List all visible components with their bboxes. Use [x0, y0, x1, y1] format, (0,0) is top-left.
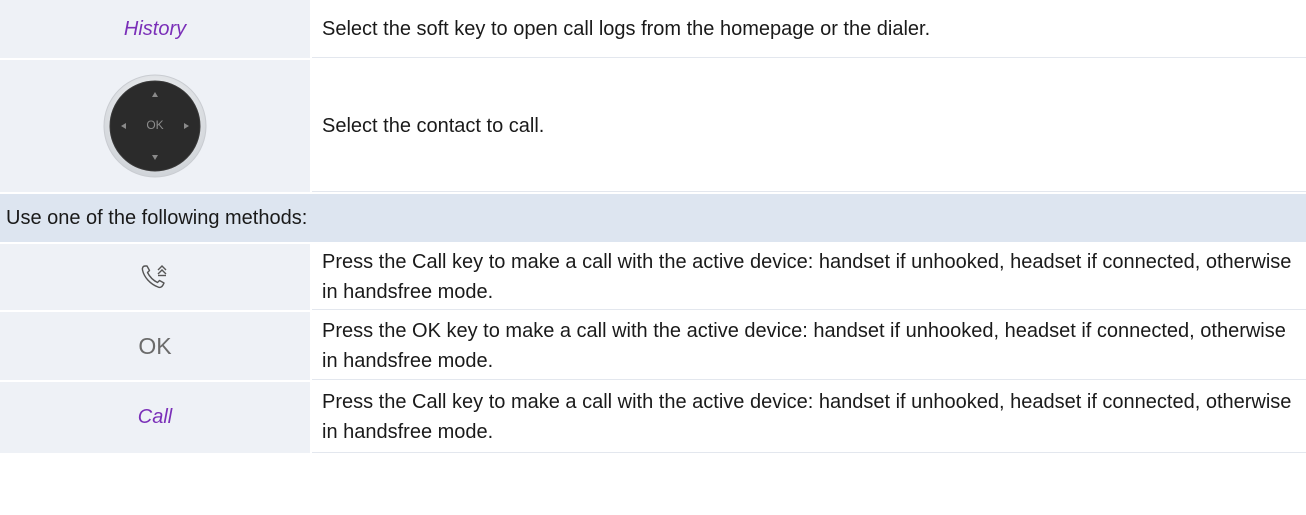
- key-cell: History: [0, 0, 312, 58]
- description-cell: Press the Call key to make a call with t…: [312, 382, 1306, 453]
- key-cell: OK: [0, 312, 312, 380]
- key-cell: [0, 244, 312, 310]
- table-row-call-softkey: Call Press the Call key to make a call w…: [0, 382, 1306, 455]
- ok-key-label: OK: [138, 332, 172, 359]
- description-cell: Select the soft key to open call logs fr…: [312, 0, 1306, 58]
- instructions-table: History Select the soft key to open call…: [0, 0, 1306, 455]
- section-heading-row: Use one of the following methods:: [0, 194, 1306, 244]
- key-cell: Call: [0, 382, 312, 453]
- table-row-call-key: Press the Call key to make a call with t…: [0, 244, 1306, 312]
- description-cell: Press the Call key to make a call with t…: [312, 244, 1306, 310]
- description-cell: Select the contact to call.: [312, 60, 1306, 192]
- history-softkey-label: History: [123, 17, 187, 40]
- description-cell: Press the OK key to make a call with the…: [312, 312, 1306, 380]
- table-row-history: History Select the soft key to open call…: [0, 0, 1306, 60]
- key-cell: OK: [0, 60, 312, 192]
- call-softkey-label: Call: [137, 406, 173, 428]
- navigation-pad-icon: OK: [103, 74, 207, 178]
- table-row-ok-key: OK Press the OK key to make a call with …: [0, 312, 1306, 382]
- call-key-icon: [141, 265, 167, 289]
- table-row-navigation: OK Select the contact to call.: [0, 60, 1306, 194]
- nav-ok-label: OK: [146, 118, 164, 132]
